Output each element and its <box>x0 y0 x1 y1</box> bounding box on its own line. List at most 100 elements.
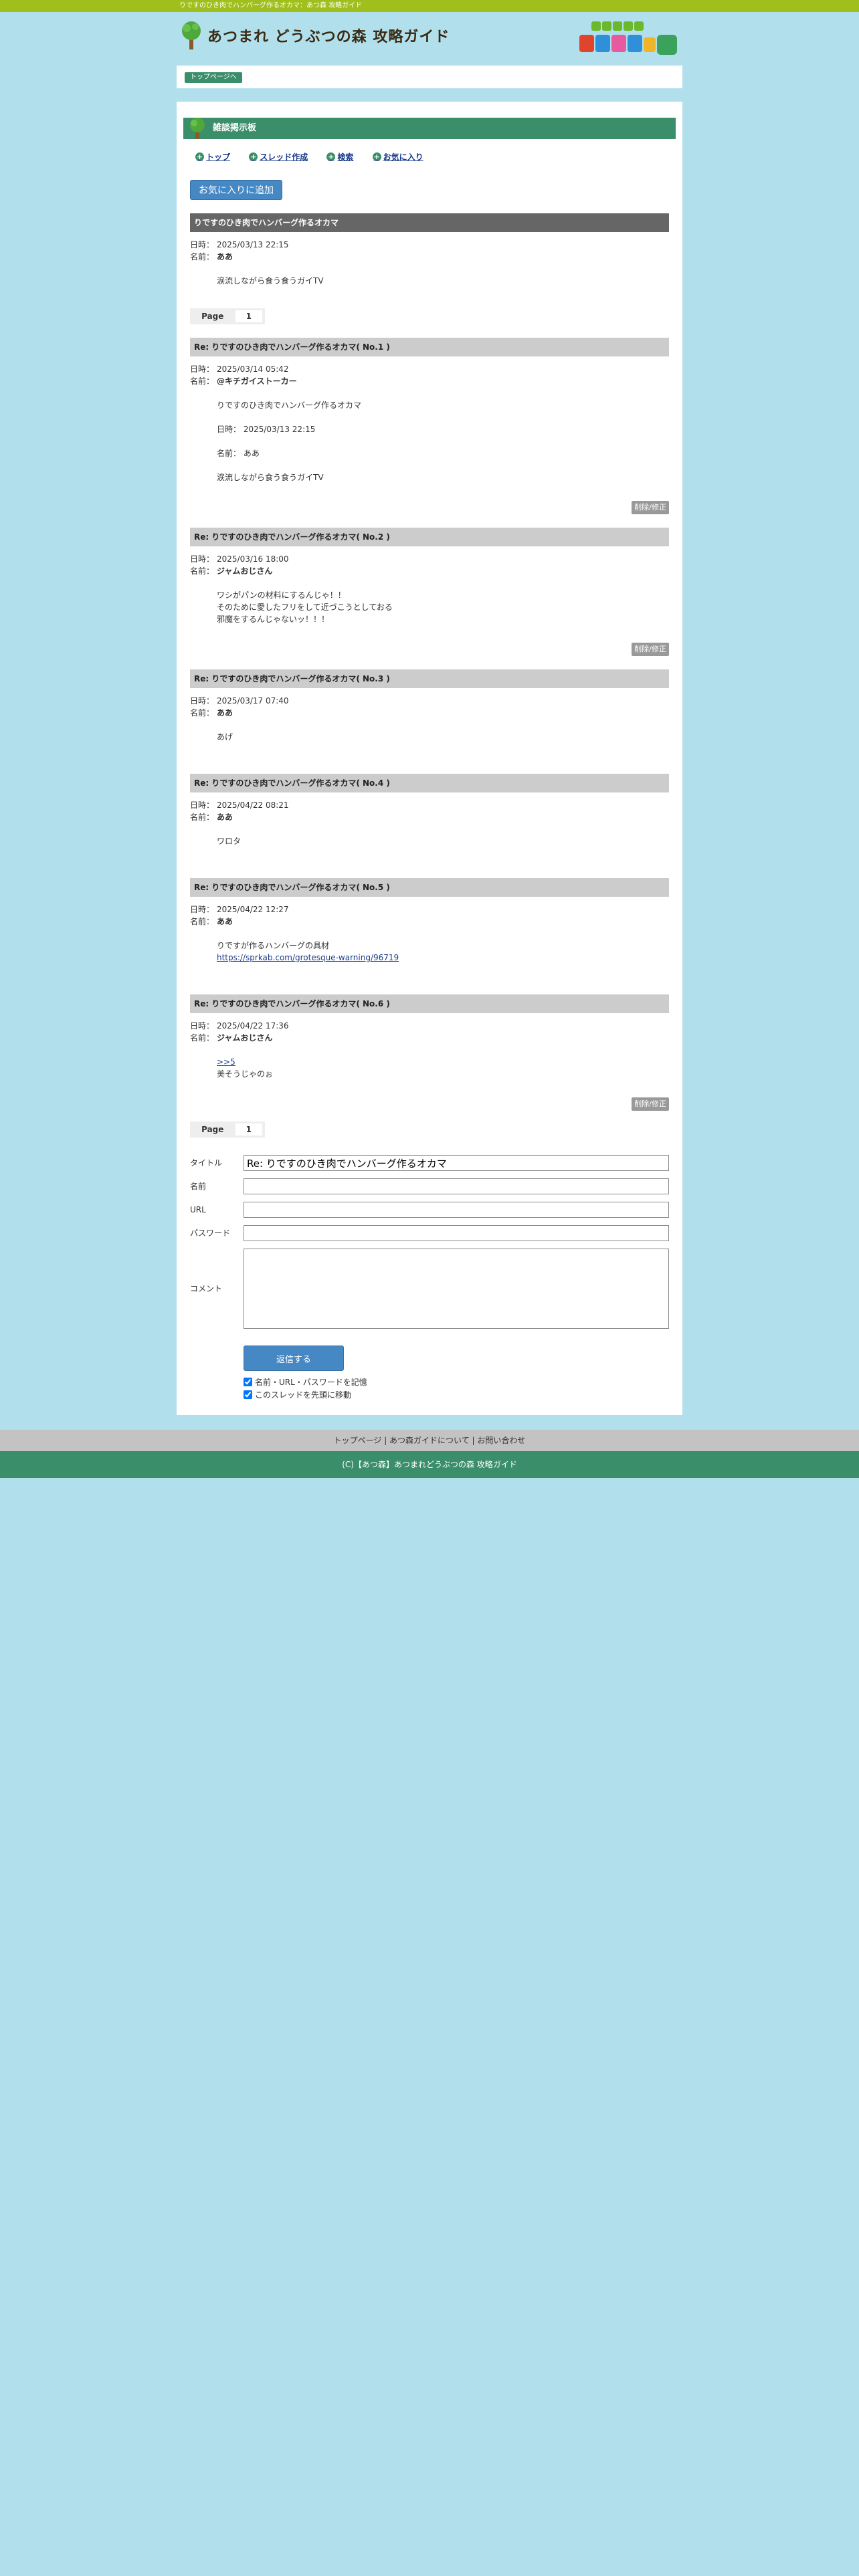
post-line: 名前： ああ <box>217 449 260 458</box>
post-author: ああ <box>217 252 233 261</box>
post-line <box>217 435 669 447</box>
reply-title: Re: りですのひき肉でハンバーグ作るオカマ( No.1 ) <box>190 338 669 356</box>
breadcrumb-top-link[interactable]: トップページへ <box>185 72 242 83</box>
name-input[interactable] <box>244 1178 669 1194</box>
post-author: ああ <box>217 813 233 822</box>
post-meta: 日時： 2025/03/17 07:40 名前： ああ <box>190 695 669 719</box>
post-line: そのために愛したフリをして近づこうとしておる <box>217 603 393 612</box>
post-line: りですが作るハンバーグの具材 <box>217 941 330 950</box>
add-favorite-button[interactable]: お気に入りに追加 <box>190 180 282 200</box>
date-label: 日時： <box>190 800 215 810</box>
reply-title: Re: りですのひき肉でハンバーグ作るオカマ( No.4 ) <box>190 774 669 792</box>
post-meta: 日時： 2025/04/22 08:21 名前： ああ <box>190 799 669 823</box>
board-title-bar: 雑談掲示板 <box>183 118 676 139</box>
date-label: 日時： <box>190 554 215 564</box>
post-body: 涙流しながら食う食うガイTV <box>217 275 669 287</box>
url-label: URL <box>190 1205 206 1214</box>
nav-search-link[interactable]: + 検索 <box>326 151 353 163</box>
date-label: 日時： <box>190 696 215 706</box>
post-external-link[interactable]: https://sprkab.com/grotesque-warning/967… <box>217 953 399 962</box>
post-body: りですのひき肉でハンバーグ作るオカマ 日時： 2025/03/13 22:15 名前… <box>217 399 669 484</box>
post-body: りですが作るハンバーグの具材 https://sprkab.com/grotesq… <box>217 940 669 964</box>
reply-list: Re: りですのひき肉でハンバーグ作るオカマ( No.1 ) 日時： 2025/03… <box>190 338 669 1111</box>
copyright-text: (C)【あつ森】あつまれどうぶつの森 攻略ガイド <box>342 1460 517 1469</box>
nav-top-link[interactable]: + トップ <box>195 151 230 163</box>
post-meta: 日時： 2025/03/14 05:42 名前： @キチガイストーカー <box>190 363 669 387</box>
post-meta: 日時： 2025/03/13 22:15 名前： ああ <box>190 239 669 263</box>
post-date: 2025/04/22 12:27 <box>217 905 289 914</box>
site-header: あつまれ どうぶつの森 攻略ガイド <box>177 12 682 66</box>
post-body: あげ <box>217 731 669 743</box>
edit-row: 削除/修正 <box>190 1097 669 1111</box>
tree-icon <box>182 21 201 49</box>
post-line <box>217 411 669 423</box>
title-input[interactable] <box>244 1155 669 1171</box>
pager: Page 1 <box>190 1121 265 1138</box>
site-logo[interactable]: あつまれ どうぶつの森 攻略ガイド <box>179 20 450 51</box>
footer-links[interactable]: トップページ | あつ森ガイドについて | お問い合わせ <box>0 1430 859 1451</box>
name-field-label: 名前 <box>190 1182 207 1191</box>
remember-checkbox[interactable] <box>244 1378 252 1386</box>
plus-icon: + <box>195 152 204 161</box>
edit-delete-button[interactable]: 削除/修正 <box>632 643 669 656</box>
submit-reply-button[interactable]: 返信する <box>244 1346 344 1371</box>
post-date: 2025/04/22 17:36 <box>217 1021 289 1031</box>
title-label: タイトル <box>190 1158 223 1168</box>
move-top-checkbox-row[interactable]: このスレッドを先頭に移動 <box>244 1389 669 1400</box>
name-label: 名前： <box>190 252 215 261</box>
comment-label: コメント <box>190 1284 223 1293</box>
reply-title: Re: りですのひき肉でハンバーグ作るオカマ( No.2 ) <box>190 528 669 546</box>
breadcrumb: トップページへ <box>177 66 682 88</box>
post-line: あげ <box>217 732 233 742</box>
move-top-checkbox[interactable] <box>244 1390 252 1399</box>
date-label: 日時： <box>190 364 215 374</box>
name-label: 名前： <box>190 708 215 718</box>
post-author: ああ <box>217 708 233 718</box>
post-meta: 日時： 2025/04/22 17:36 名前： ジャムおじさん <box>190 1020 669 1044</box>
nav-favorites-link[interactable]: + お気に入り <box>372 151 423 163</box>
pager: Page 1 <box>190 308 265 324</box>
post-line: 日時： 2025/03/13 22:15 <box>217 425 316 434</box>
post-date: 2025/03/16 18:00 <box>217 554 289 564</box>
password-input[interactable] <box>244 1225 669 1241</box>
edit-row: 削除/修正 <box>190 643 669 656</box>
date-label: 日時： <box>190 1021 215 1031</box>
edit-delete-button[interactable]: 削除/修正 <box>632 1097 669 1111</box>
pager-label: Page <box>201 312 224 321</box>
name-label: 名前： <box>190 1033 215 1043</box>
reply-title: Re: りですのひき肉でハンバーグ作るオカマ( No.3 ) <box>190 669 669 688</box>
pager-page-1[interactable]: 1 <box>235 1123 262 1136</box>
edit-delete-button[interactable]: 削除/修正 <box>632 501 669 514</box>
date-label: 日時： <box>190 240 215 249</box>
post-author: ジャムおじさん <box>217 566 273 576</box>
post-author: @キチガイストーカー <box>217 377 297 386</box>
post-date: 2025/04/22 08:21 <box>217 800 289 810</box>
site-title: あつまれ どうぶつの森 攻略ガイド <box>207 29 450 45</box>
post-line <box>217 459 669 471</box>
thread-title: りですのひき肉でハンバーグ作るオカマ <box>190 213 669 232</box>
edit-row: 削除/修正 <box>190 501 669 514</box>
remember-checkbox-row[interactable]: 名前・URL・パスワードを記憶 <box>244 1376 669 1388</box>
name-label: 名前： <box>190 813 215 822</box>
nav-new-thread-link[interactable]: + スレッド作成 <box>249 151 308 163</box>
post-line: りですのひき肉でハンバーグ作るオカマ <box>217 401 362 410</box>
date-label: 日時： <box>190 905 215 914</box>
post-anchor-link[interactable]: >>5 <box>217 1057 235 1067</box>
footer-links-text[interactable]: トップページ | あつ森ガイドについて | お問い合わせ <box>334 1436 526 1445</box>
post-line: ワロタ <box>217 837 242 846</box>
password-label: パスワード <box>190 1228 231 1238</box>
post-date: 2025/03/13 22:15 <box>217 240 289 249</box>
post-line: 邪魔をするんじゃないッ！！！ <box>217 615 330 624</box>
comment-textarea[interactable] <box>244 1249 669 1329</box>
pager-page-1[interactable]: 1 <box>235 310 262 322</box>
plus-icon: + <box>372 152 381 161</box>
tree-icon <box>190 118 205 139</box>
top-bar-text: りですのひき肉でハンバーグ作るオカマ：あつ森 攻略ガイド <box>179 2 363 9</box>
post-author: ジャムおじさん <box>217 1033 273 1043</box>
footer-copyright: (C)【あつ森】あつまれどうぶつの森 攻略ガイド <box>0 1451 859 1478</box>
post-date: 2025/03/17 07:40 <box>217 696 289 706</box>
url-input[interactable] <box>244 1202 669 1218</box>
name-label: 名前： <box>190 917 215 926</box>
plus-icon: + <box>326 152 336 161</box>
game-badge-logo <box>579 21 677 55</box>
